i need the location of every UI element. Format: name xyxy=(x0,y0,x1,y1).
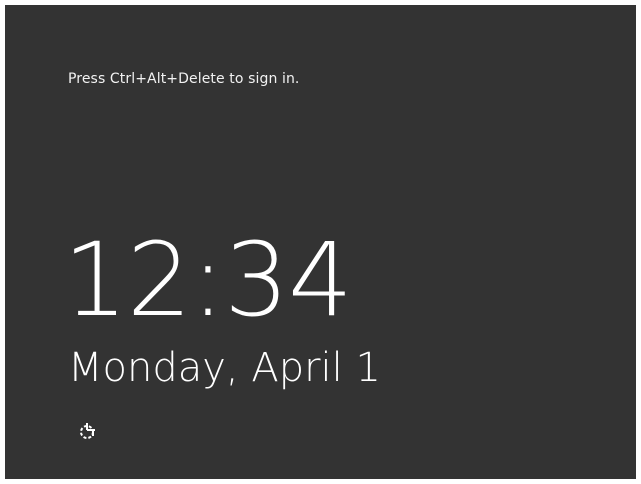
ease-of-access-button[interactable] xyxy=(77,420,99,442)
ease-of-access-icon xyxy=(80,423,95,439)
clock-date: Monday, April 1 xyxy=(68,345,381,391)
clock-time: 12:34 xyxy=(63,221,353,340)
sign-in-prompt: Press Ctrl+Alt+Delete to sign in. xyxy=(68,71,300,87)
lock-screen: Press Ctrl+Alt+Delete to sign in. 12:34 … xyxy=(5,5,636,479)
